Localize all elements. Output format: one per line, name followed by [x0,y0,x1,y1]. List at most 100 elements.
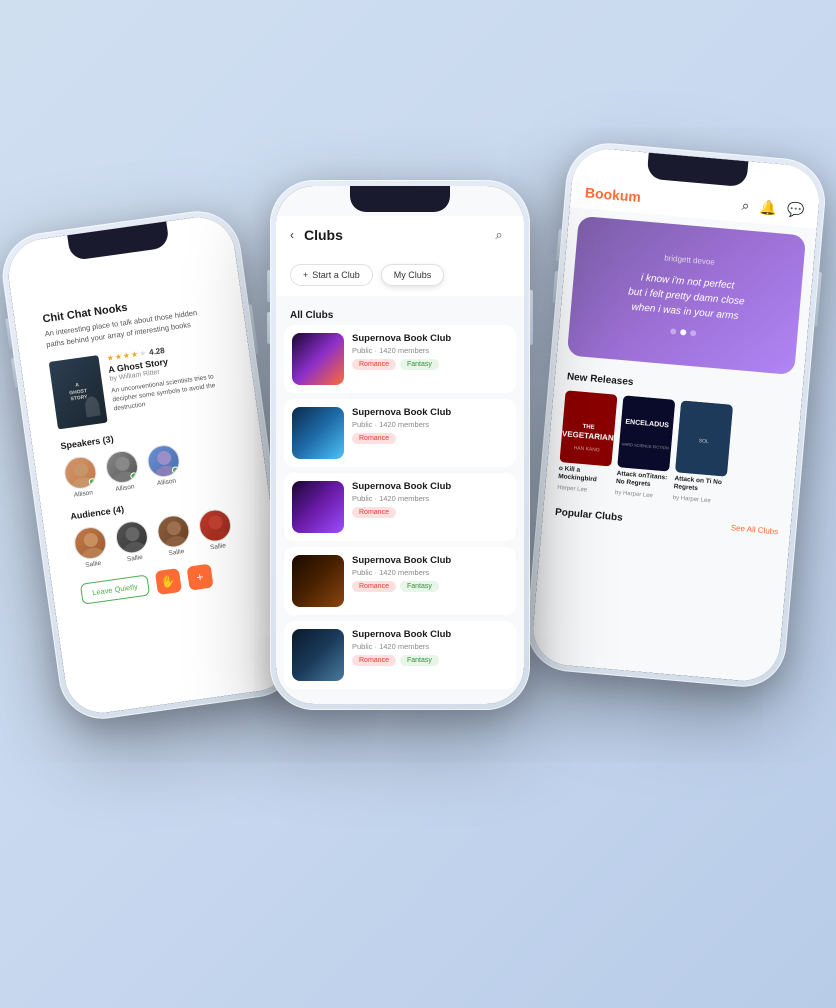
search-icon[interactable]: ⌕ [488,224,510,246]
club-info: Supernova Book Club Public · 1420 member… [352,333,508,370]
star-2: ★ [114,352,122,362]
all-clubs-label: All Clubs [276,304,524,325]
club-item[interactable]: Supernova Book Club Public · 1420 member… [284,621,516,689]
speaker-2: Allison [104,449,141,494]
online-indicator-2 [130,472,138,480]
start-club-label: Start a Club [312,270,360,280]
club-item[interactable]: Supernova Book Club Public · 1420 member… [284,399,516,467]
power-button [249,304,259,354]
speaker-3: Allison [146,443,183,488]
audience-4: Sallie [197,507,234,552]
club-meta: Public · 1420 members [352,642,508,651]
club-info: Supernova Book Club Public · 1420 member… [352,407,508,444]
club-tags: Romance Fantasy [352,359,508,370]
clubs-actions-bar: + Start a Club My Clubs [276,254,524,296]
club-item[interactable]: Supernova Book Club Public · 1420 member… [284,325,516,393]
audience-name-1: Sallie [85,560,102,569]
audience-avatar-2 [114,519,150,555]
tag-fantasy: Fantasy [400,359,439,370]
carousel-dots [670,328,696,336]
book-cover: AGHOSTSTORY [49,355,108,429]
club-tags: Romance [352,507,508,518]
book-title-2: Attack onTitans: No Regrets [616,470,669,491]
tag-romance: Romance [352,581,396,592]
book-author-2: by Harper Lee [615,490,667,501]
speaker-name-1: Allison [73,489,93,499]
phone-left: Chit Chat Nooks An interesting place to … [0,206,303,725]
back-button[interactable]: ‹ [290,228,294,242]
volume-down-button [11,358,18,388]
svg-text:THE: THE [582,424,594,431]
star-1: ★ [106,353,114,363]
dot-1 [670,328,677,335]
club-cover-image [292,481,344,533]
star-3: ★ [122,351,130,361]
volume-up-button [556,229,562,261]
notch-middle [350,186,450,212]
speaker-1: Allison [62,455,99,500]
book-author-1: Harper Lee [557,485,609,496]
volume-up-button [5,318,12,348]
club-cover-image [292,407,344,459]
popular-clubs-title: Popular Clubs [555,507,623,524]
star-4: ★ [130,350,138,360]
notification-icon[interactable]: 🔔 [759,199,778,217]
speaker-avatar-3 [146,443,182,479]
tag-romance: Romance [352,433,396,444]
club-name: Supernova Book Club [352,407,508,418]
header-icons: ⌕ 🔔 💬 [741,197,805,219]
club-info: Supernova Book Club Public · 1420 member… [352,629,508,666]
start-club-button[interactable]: + Start a Club [290,264,373,286]
club-meta: Public · 1420 members [352,568,508,577]
club-meta: Public · 1420 members [352,420,508,429]
club-meta: Public · 1420 members [352,494,508,503]
speaker-avatar-2 [104,449,140,485]
club-name: Supernova Book Club [352,333,508,344]
online-indicator-3 [171,466,179,474]
hand-raise-button[interactable]: ✋ [155,568,182,595]
search-icon[interactable]: ⌕ [741,197,750,215]
svg-text:SOL: SOL [699,438,710,445]
book-item[interactable]: THE VEGETARIAN HAN KANG o Kill a Mocking… [557,390,618,495]
book-item[interactable]: SOL Attack on Ti No Regrets by Harper Le… [673,400,734,505]
left-phone-screen: Chit Chat Nooks An interesting place to … [4,212,296,717]
leave-quietly-button[interactable]: Leave Quietly [80,574,150,604]
audience-3: Sallie [155,513,192,558]
add-button[interactable]: + [186,564,213,591]
my-clubs-button[interactable]: My Clubs [381,264,445,286]
book-item[interactable]: ENCELADUS HARD SCIENCE FICTION Attack on… [615,395,676,500]
online-indicator [88,478,96,486]
star-5: ★ [138,348,146,358]
plus-icon: + [303,270,308,280]
volume-down-button [267,312,270,344]
quote-banner: bridgett devoe i know i'm not perfectbut… [567,216,806,375]
tag-romance: Romance [352,655,396,666]
audience-avatar-3 [155,513,191,549]
tag-fantasy: Fantasy [400,655,439,666]
audience-avatar-4 [197,507,233,543]
phone-middle: ‹ Clubs ⌕ + Start a Club My Clubs All Cl… [270,180,530,710]
club-item[interactable]: Supernova Book Club Public · 1420 member… [284,473,516,541]
book-info: ★ ★ ★ ★ ★ 4.28 A Ghost Story by William … [106,338,228,421]
phone-right: Bookum ⌕ 🔔 💬 bridgett devoe i know i'm n… [523,140,828,691]
quote-text: i know i'm not perfectbut i felt pretty … [626,269,746,324]
quote-author: bridgett devoe [664,253,715,266]
club-cover-image [292,555,344,607]
club-tags: Romance [352,433,508,444]
book-title-3: Attack on Ti No Regrets [673,475,726,496]
ghost-decoration [84,396,101,418]
see-all-clubs-button[interactable]: See All Clubs [730,523,778,536]
volume-up-button [267,270,270,302]
club-item[interactable]: Supernova Book Club Public · 1420 member… [284,547,516,615]
book-cover-2: ENCELADUS HARD SCIENCE FICTION [617,395,675,471]
chat-icon[interactable]: 💬 [786,201,805,219]
speaker-name-3: Allison [157,478,177,488]
audience-avatar-1 [72,525,108,561]
club-cover-image [292,333,344,385]
club-cover-image [292,629,344,681]
audience-name-4: Sallie [210,542,227,551]
club-name: Supernova Book Club [352,555,508,566]
rating-value: 4.28 [149,346,166,357]
dot-2 [680,329,687,336]
club-name: Supernova Book Club [352,481,508,492]
